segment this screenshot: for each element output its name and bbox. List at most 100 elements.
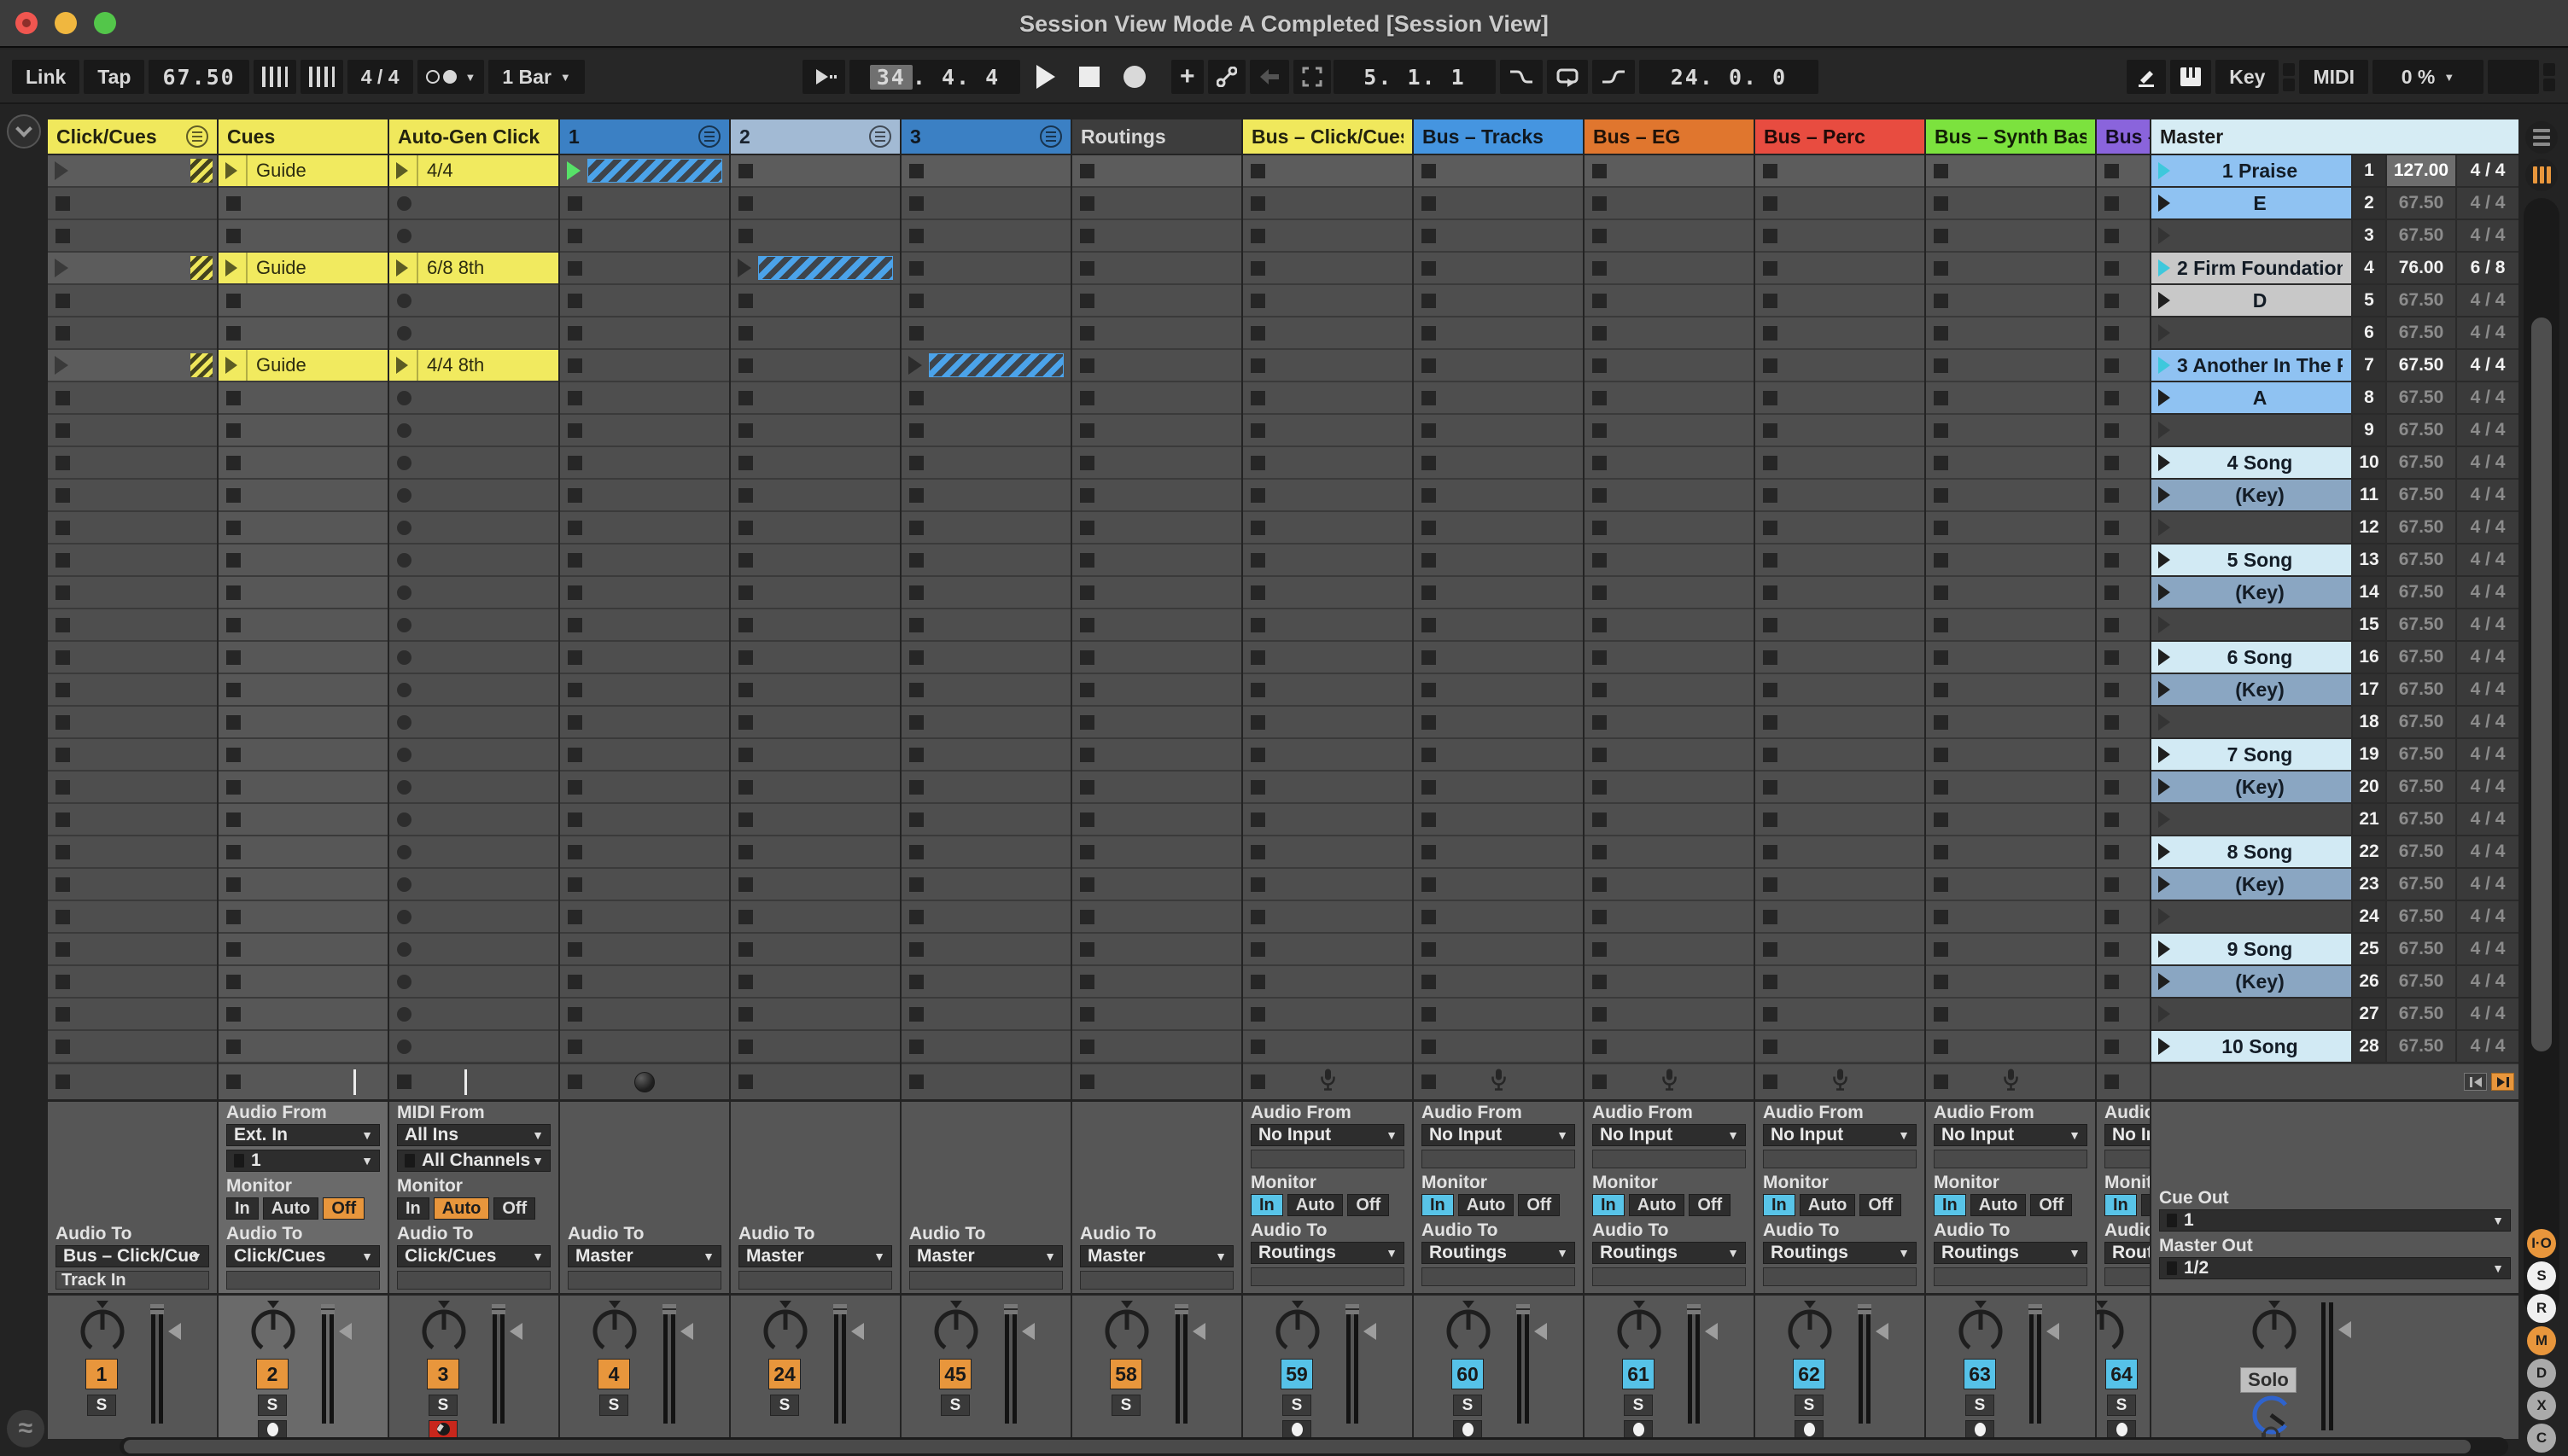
clip-slot[interactable]	[1243, 869, 1412, 901]
clip-stop-button[interactable]	[1592, 618, 1607, 632]
clip-stop-button[interactable]	[226, 877, 241, 892]
pan-knob[interactable]	[762, 1299, 809, 1356]
clip-stop-button[interactable]	[55, 877, 70, 892]
scene-launch-icon[interactable]	[2158, 713, 2170, 731]
scene-row-15[interactable]: 1567.504 / 4	[2151, 609, 2518, 642]
clip-slot[interactable]	[2097, 707, 2150, 739]
master-out-chooser[interactable]: 1/2▼	[2159, 1257, 2511, 1279]
draw-mode-region-button[interactable]	[1293, 60, 1331, 94]
clip-slot[interactable]	[1926, 772, 2095, 804]
clip-stop-button[interactable]	[1251, 326, 1265, 341]
stop-all-clips-button[interactable]	[2464, 1073, 2487, 1091]
clip-stop-button[interactable]	[1421, 488, 1436, 503]
scene-row-8[interactable]: A867.504 / 4	[2151, 382, 2518, 415]
clip-stop-button[interactable]	[568, 456, 582, 470]
clip-stop-button[interactable]	[397, 975, 411, 989]
volume-meter[interactable]	[1345, 1304, 1359, 1424]
pan-knob[interactable]	[249, 1299, 297, 1356]
master-volume-fader-handle[interactable]	[2338, 1321, 2351, 1338]
clip-stop-button[interactable]	[1251, 423, 1265, 438]
monitor-option-auto[interactable]: Auto	[1287, 1194, 1344, 1216]
clip-stop-button[interactable]	[1934, 618, 1948, 632]
clip-slot[interactable]	[1926, 901, 2095, 934]
clip-slot[interactable]	[1414, 480, 1583, 512]
clip-slot[interactable]	[731, 382, 900, 415]
scene-launch-area[interactable]: 4 Song	[2151, 447, 2351, 478]
clip-stop-button[interactable]	[1934, 391, 1948, 405]
clip-slot[interactable]	[1755, 220, 1924, 253]
solo-button[interactable]: S	[1965, 1395, 1994, 1416]
clip-slot[interactable]	[389, 545, 558, 577]
clip-slot[interactable]	[731, 642, 900, 674]
clip-stop-button[interactable]	[397, 521, 411, 535]
clip-stop-button[interactable]	[397, 748, 411, 762]
volume-fader-handle[interactable]	[680, 1323, 693, 1340]
clip-slot[interactable]	[1243, 415, 1412, 447]
clip-slot[interactable]	[48, 869, 217, 901]
clip-stop-button[interactable]	[738, 229, 753, 243]
volume-meter[interactable]	[2028, 1304, 2042, 1424]
clip-stop-button[interactable]	[226, 521, 241, 535]
clip-slot[interactable]	[2097, 382, 2150, 415]
clip-slot[interactable]	[48, 188, 217, 220]
clip-slot[interactable]	[219, 674, 388, 707]
clip-stop-button[interactable]	[1421, 294, 1436, 308]
clip-slot[interactable]	[731, 577, 900, 609]
arm-button[interactable]	[1624, 1420, 1653, 1438]
scene-row-18[interactable]: 1867.504 / 4	[2151, 707, 2518, 739]
clip-slot[interactable]	[1072, 934, 1241, 966]
clip-stop-button[interactable]	[1592, 196, 1607, 211]
clip-stop-button[interactable]	[568, 326, 582, 341]
audio-to-chooser[interactable]: Master▼	[738, 1245, 892, 1267]
clip-slot[interactable]	[1755, 480, 1924, 512]
scene-launch-area[interactable]: (Key)	[2151, 772, 2351, 802]
clip-stop-button[interactable]	[55, 521, 70, 535]
clip-stop-button[interactable]	[1251, 780, 1265, 795]
input-channel-box[interactable]	[1592, 1150, 1746, 1168]
clip-slot[interactable]	[1755, 772, 1924, 804]
track-header-bus-eg[interactable]: Bus – EG	[1585, 119, 1754, 154]
clip-slot[interactable]	[389, 772, 558, 804]
clip-slot[interactable]	[731, 447, 900, 480]
clip-stop-button[interactable]	[909, 910, 924, 924]
output-channel-box[interactable]	[397, 1271, 551, 1290]
clip-stop-button[interactable]	[738, 942, 753, 957]
clip-stop-button[interactable]	[909, 780, 924, 795]
clip-stop-button[interactable]	[2104, 423, 2119, 438]
clip-slot[interactable]	[1926, 350, 2095, 382]
clip-stop-button[interactable]	[226, 456, 241, 470]
clip-stop-button[interactable]	[1763, 553, 1777, 568]
clip-stop-button[interactable]	[909, 326, 924, 341]
clip-stop-button[interactable]	[1592, 845, 1607, 859]
clip-slot[interactable]	[1926, 545, 2095, 577]
monitor-option-off[interactable]: Off	[2030, 1194, 2072, 1216]
volume-fader-handle[interactable]	[339, 1323, 352, 1340]
pan-knob[interactable]	[591, 1299, 639, 1356]
scene-launch-area[interactable]: E	[2151, 188, 2351, 218]
clip-slot[interactable]	[2097, 901, 2150, 934]
input-type-chooser[interactable]: No Input▼	[1763, 1124, 1917, 1146]
arm-button[interactable]	[1965, 1420, 1994, 1438]
clip-stop-button[interactable]	[397, 618, 411, 632]
scene-launch-area[interactable]: 9 Song	[2151, 934, 2351, 964]
volume-fader-handle[interactable]	[851, 1323, 864, 1340]
scene-launch-icon[interactable]	[2158, 259, 2170, 277]
scene-launch-icon[interactable]	[2158, 292, 2170, 309]
clip-slot[interactable]	[1755, 1031, 1924, 1063]
solo-button[interactable]: S	[258, 1395, 287, 1416]
clip-stop-button[interactable]	[738, 1007, 753, 1022]
track-stop-row[interactable]	[902, 1063, 1071, 1099]
stop-all-track-clips-button[interactable]	[1080, 1075, 1094, 1089]
clip-stop-button[interactable]	[1763, 521, 1777, 535]
clip-stop-button[interactable]	[397, 780, 411, 795]
scene-launch-icon[interactable]	[2158, 324, 2170, 341]
clip-slot[interactable]	[1926, 999, 2095, 1031]
clip-slot[interactable]	[219, 415, 388, 447]
scene-signature-field[interactable]: 4 / 4	[2457, 804, 2518, 835]
clip-slot[interactable]	[48, 966, 217, 999]
clip-slot[interactable]	[902, 545, 1071, 577]
input-channel-box[interactable]	[1251, 1150, 1404, 1168]
clip-stop-button[interactable]	[1251, 391, 1265, 405]
monitor-option-off[interactable]: Off	[1689, 1194, 1730, 1216]
clip-stop-button[interactable]	[1934, 975, 1948, 989]
